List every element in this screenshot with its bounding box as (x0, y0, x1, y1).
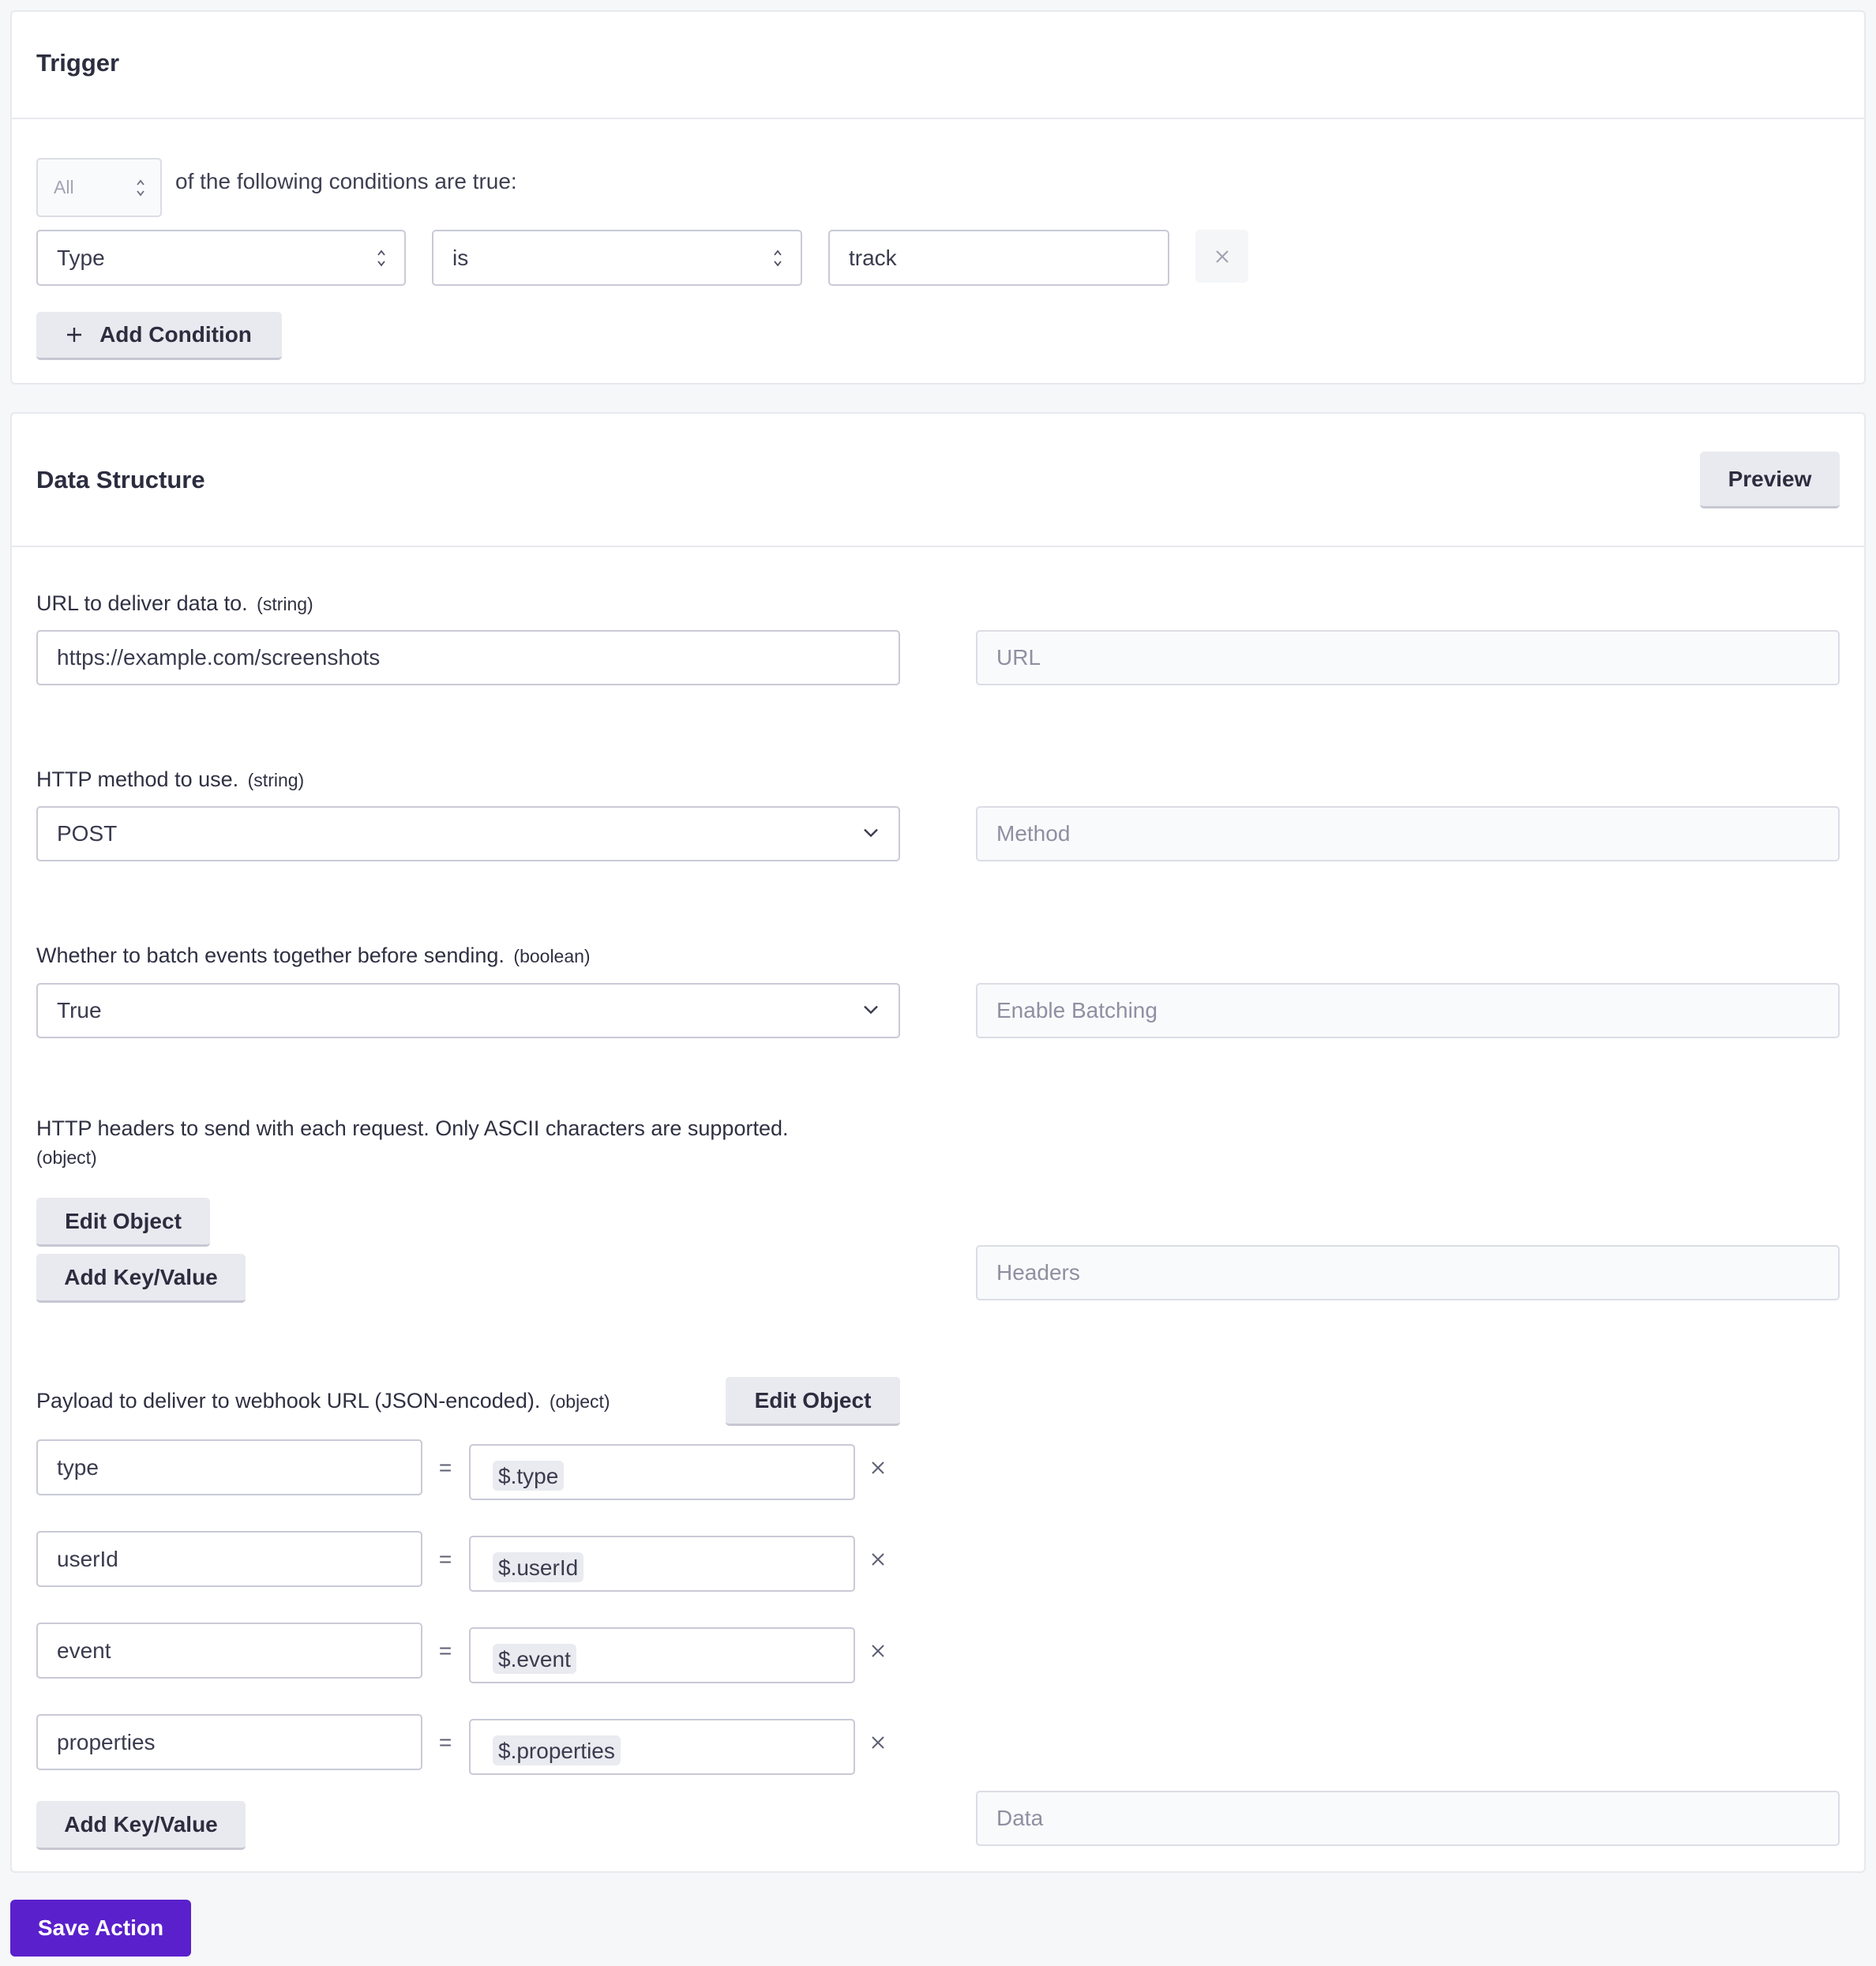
equals-sign: = (438, 1729, 452, 1754)
close-icon (872, 1644, 884, 1657)
condition-operator-value: is (452, 245, 469, 270)
batching-mapping-placeholder: Enable Batching (996, 998, 1157, 1022)
payload-key-value: type (57, 1454, 99, 1480)
url-input[interactable]: https://example.com/screenshots (36, 630, 900, 685)
updown-chevron-icon (137, 179, 144, 196)
url-input-value: https://example.com/screenshots (57, 645, 381, 670)
payload-value-input[interactable]: $.type (469, 1444, 855, 1500)
variable-chip: $.event (493, 1643, 576, 1674)
payload-add-key-value-label: Add Key/Value (64, 1811, 218, 1837)
add-condition-button[interactable]: Add Condition (36, 312, 282, 360)
close-icon (1215, 250, 1229, 263)
equals-sign: = (438, 1454, 452, 1480)
payload-label-text: Payload to deliver to webhook URL (JSON-… (36, 1389, 541, 1413)
data-mapping-placeholder: Data (996, 1806, 1044, 1830)
method-mapping-placeholder: Method (996, 821, 1071, 846)
preview-button[interactable]: Preview (1700, 452, 1840, 508)
method-label: HTTP method to use. (string) (36, 767, 304, 792)
payload-value-input[interactable]: $.userId (469, 1536, 855, 1592)
url-label-text: URL to deliver data to. (36, 591, 248, 615)
match-mode-select[interactable]: All (36, 158, 162, 217)
preview-label: Preview (1728, 466, 1812, 491)
url-type: (string) (257, 594, 313, 614)
payload-type: (object) (549, 1391, 610, 1412)
url-mapping-placeholder: URL (996, 645, 1041, 670)
method-select[interactable]: POST (36, 806, 900, 861)
method-select-value: POST (57, 821, 118, 846)
headers-mapping-placeholder: Headers (996, 1260, 1080, 1285)
condition-field-value: Type (57, 245, 105, 270)
equals-sign: = (438, 1546, 452, 1571)
batching-select-value: True (57, 998, 102, 1022)
headers-label: HTTP headers to send with each request. … (36, 1116, 789, 1140)
batching-select[interactable]: True (36, 983, 900, 1038)
headers-add-key-value-label: Add Key/Value (64, 1264, 218, 1289)
updown-chevron-icon (774, 250, 782, 266)
condition-field-select[interactable]: Type (36, 230, 406, 286)
remove-row-button[interactable] (865, 1439, 891, 1495)
payload-key-value: userId (57, 1546, 118, 1571)
payload-key-input[interactable]: properties (36, 1714, 422, 1770)
close-icon (872, 1735, 884, 1749)
payload-edit-object-label: Edit Object (754, 1387, 872, 1413)
chevron-down-icon (864, 1005, 878, 1015)
payload-label: Payload to deliver to webhook URL (JSON-… (36, 1389, 610, 1413)
match-mode-text: of the following conditions are true: (175, 169, 517, 193)
updown-chevron-icon (377, 250, 385, 266)
payload-key-value: properties (57, 1729, 156, 1754)
headers-edit-object-button[interactable]: Edit Object (36, 1198, 210, 1247)
batching-label-text: Whether to batch events together before … (36, 944, 505, 967)
condition-value-text: track (849, 245, 897, 270)
condition-operator-select[interactable]: is (432, 230, 802, 286)
remove-row-button[interactable] (865, 1531, 891, 1587)
headers-mapping-input[interactable]: Headers (976, 1245, 1840, 1300)
data-structure-title: Data Structure (36, 466, 205, 493)
headers-type: (object) (36, 1147, 97, 1168)
payload-key-input[interactable]: userId (36, 1531, 422, 1587)
payload-value-input[interactable]: $.properties (469, 1719, 855, 1775)
data-structure-header-divider (12, 546, 1864, 547)
trigger-header-divider (12, 118, 1864, 119)
payload-add-key-value-button[interactable]: Add Key/Value (36, 1801, 246, 1850)
save-action-button[interactable]: Save Action (10, 1900, 191, 1957)
trigger-title: Trigger (36, 49, 120, 77)
close-icon (872, 1552, 884, 1566)
headers-edit-object-label: Edit Object (65, 1208, 182, 1233)
headers-add-key-value-button[interactable]: Add Key/Value (36, 1254, 246, 1303)
variable-chip: $.properties (493, 1735, 621, 1765)
url-mapping-input[interactable]: URL (976, 630, 1840, 685)
payload-key-input[interactable]: event (36, 1623, 422, 1679)
remove-row-button[interactable] (865, 1623, 891, 1679)
trigger-card (10, 10, 1866, 385)
chevron-down-icon (864, 828, 878, 838)
add-condition-label: Add Condition (99, 322, 252, 347)
match-mode-value: All (54, 177, 74, 197)
variable-chip: $.userId (493, 1551, 584, 1582)
remove-condition-button[interactable] (1195, 230, 1248, 283)
payload-key-value: event (57, 1638, 111, 1663)
equals-sign: = (438, 1638, 452, 1663)
payload-value-input[interactable]: $.event (469, 1627, 855, 1683)
method-mapping-input[interactable]: Method (976, 806, 1840, 861)
remove-row-button[interactable] (865, 1714, 891, 1770)
method-label-text: HTTP method to use. (36, 767, 239, 791)
batching-label: Whether to batch events together before … (36, 944, 591, 968)
payload-key-input[interactable]: type (36, 1439, 422, 1495)
variable-chip: $.type (493, 1460, 565, 1491)
batching-mapping-input[interactable]: Enable Batching (976, 983, 1840, 1038)
data-mapping-input[interactable]: Data (976, 1791, 1840, 1846)
payload-edit-object-button[interactable]: Edit Object (726, 1377, 900, 1426)
batching-type: (boolean) (513, 946, 591, 966)
plus-icon (67, 328, 82, 342)
url-label: URL to deliver data to. (string) (36, 591, 313, 616)
condition-value-input[interactable]: track (828, 230, 1169, 286)
method-type: (string) (247, 770, 305, 790)
close-icon (872, 1461, 884, 1474)
save-action-label: Save Action (37, 1915, 164, 1940)
